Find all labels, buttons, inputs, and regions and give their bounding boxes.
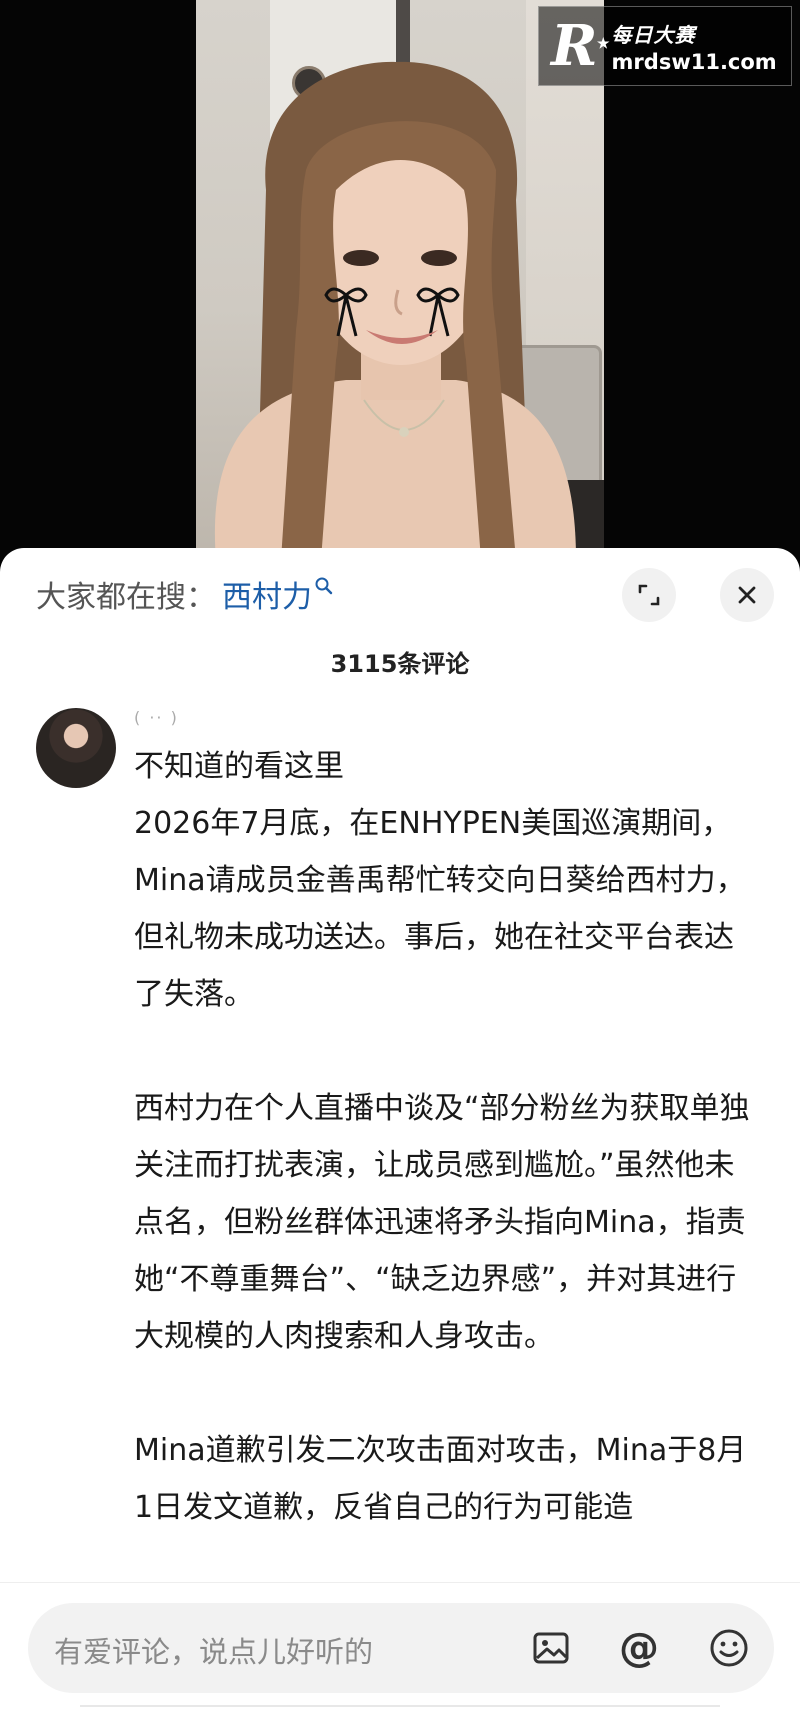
comment-input-placeholder: 有爱评论，说点儿好听的 — [54, 1635, 374, 1669]
comment-meta: ( ·· ) — [134, 708, 179, 727]
trending-search[interactable]: 大家都在搜： 西村力 — [36, 568, 334, 620]
watermark-logo: R — [551, 16, 609, 74]
avatar[interactable] — [36, 708, 116, 788]
search-icon[interactable] — [314, 576, 334, 596]
watermark: R 每日大赛 mrdsw11.com — [538, 6, 792, 86]
close-button[interactable] — [720, 568, 774, 622]
image-icon — [533, 1632, 569, 1664]
comment-sheet: 大家都在搜： 西村力 3115条评论 ( ·· ) 不知道的看这里 2026年7… — [0, 548, 800, 1710]
comment-paragraph: 不知道的看这里 — [134, 749, 344, 784]
image-button[interactable] — [526, 1623, 576, 1673]
watermark-domain: mrdsw11.com — [611, 49, 777, 74]
trending-search-label: 大家都在搜： — [36, 580, 216, 615]
at-icon: @ — [619, 1625, 659, 1671]
close-icon — [738, 586, 756, 604]
comments-count: 3115条评论 — [330, 650, 470, 678]
watermark-name: 每日大赛 — [611, 22, 696, 47]
comment-input[interactable]: 有爱评论，说点儿好听的 @ — [28, 1603, 774, 1693]
emoji-icon — [710, 1629, 748, 1667]
video-player[interactable]: R 每日大赛 mrdsw11.com — [0, 0, 800, 560]
comment-paragraph: Mina道歉引发二次攻击面对攻击，Mina于8月1日发文道歉，反省自己的行为可能… — [134, 1433, 747, 1525]
comment-input-bar: 有爱评论，说点儿好听的 @ — [0, 1582, 800, 1710]
expand-button[interactable] — [622, 568, 676, 622]
comment-body[interactable]: 不知道的看这里 2026年7月底，在ENHYPEN美国巡演期间，Mina请成员金… — [134, 738, 754, 1536]
mention-button[interactable]: @ — [614, 1623, 664, 1673]
emoji-button[interactable] — [704, 1623, 754, 1673]
comment-paragraph: 2026年7月底，在ENHYPEN美国巡演期间，Mina请成员金善禹帮忙转交向日… — [134, 806, 746, 1012]
comment-paragraph: 西村力在个人直播中谈及“部分粉丝为获取单独关注而打扰表演，让成员感到尴尬。”虽然… — [134, 1091, 750, 1354]
bottom-divider — [80, 1705, 720, 1710]
trending-search-term[interactable]: 西村力 — [222, 572, 312, 616]
expand-icon — [638, 584, 660, 606]
